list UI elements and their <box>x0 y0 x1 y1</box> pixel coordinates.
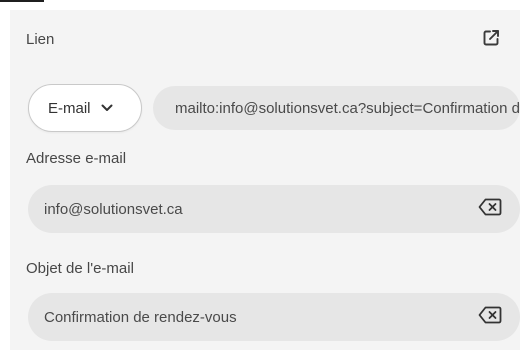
email-address-field[interactable] <box>28 185 520 233</box>
email-subject-input[interactable] <box>28 293 476 341</box>
link-section-title: Lien <box>26 31 55 48</box>
external-link-icon[interactable] <box>479 26 503 50</box>
email-address-clear-button[interactable] <box>476 197 504 221</box>
link-url-input[interactable] <box>153 86 520 130</box>
link-type-selected-value: E-mail <box>48 99 91 117</box>
email-subject-label: Objet de l'e-mail <box>26 260 134 277</box>
chevron-down-icon <box>101 104 113 112</box>
top-edge-line <box>0 0 44 2</box>
email-address-input[interactable] <box>28 185 476 233</box>
email-subject-clear-button[interactable] <box>476 305 504 329</box>
email-address-label: Adresse e-mail <box>26 150 127 167</box>
backspace-clear-icon <box>478 198 502 221</box>
link-properties-panel: Lien E-mail Adresse e-mail <box>10 10 520 350</box>
email-subject-field[interactable] <box>28 293 520 341</box>
link-url-field[interactable] <box>153 86 520 130</box>
link-type-select[interactable]: E-mail <box>28 84 142 132</box>
backspace-clear-icon <box>478 306 502 329</box>
